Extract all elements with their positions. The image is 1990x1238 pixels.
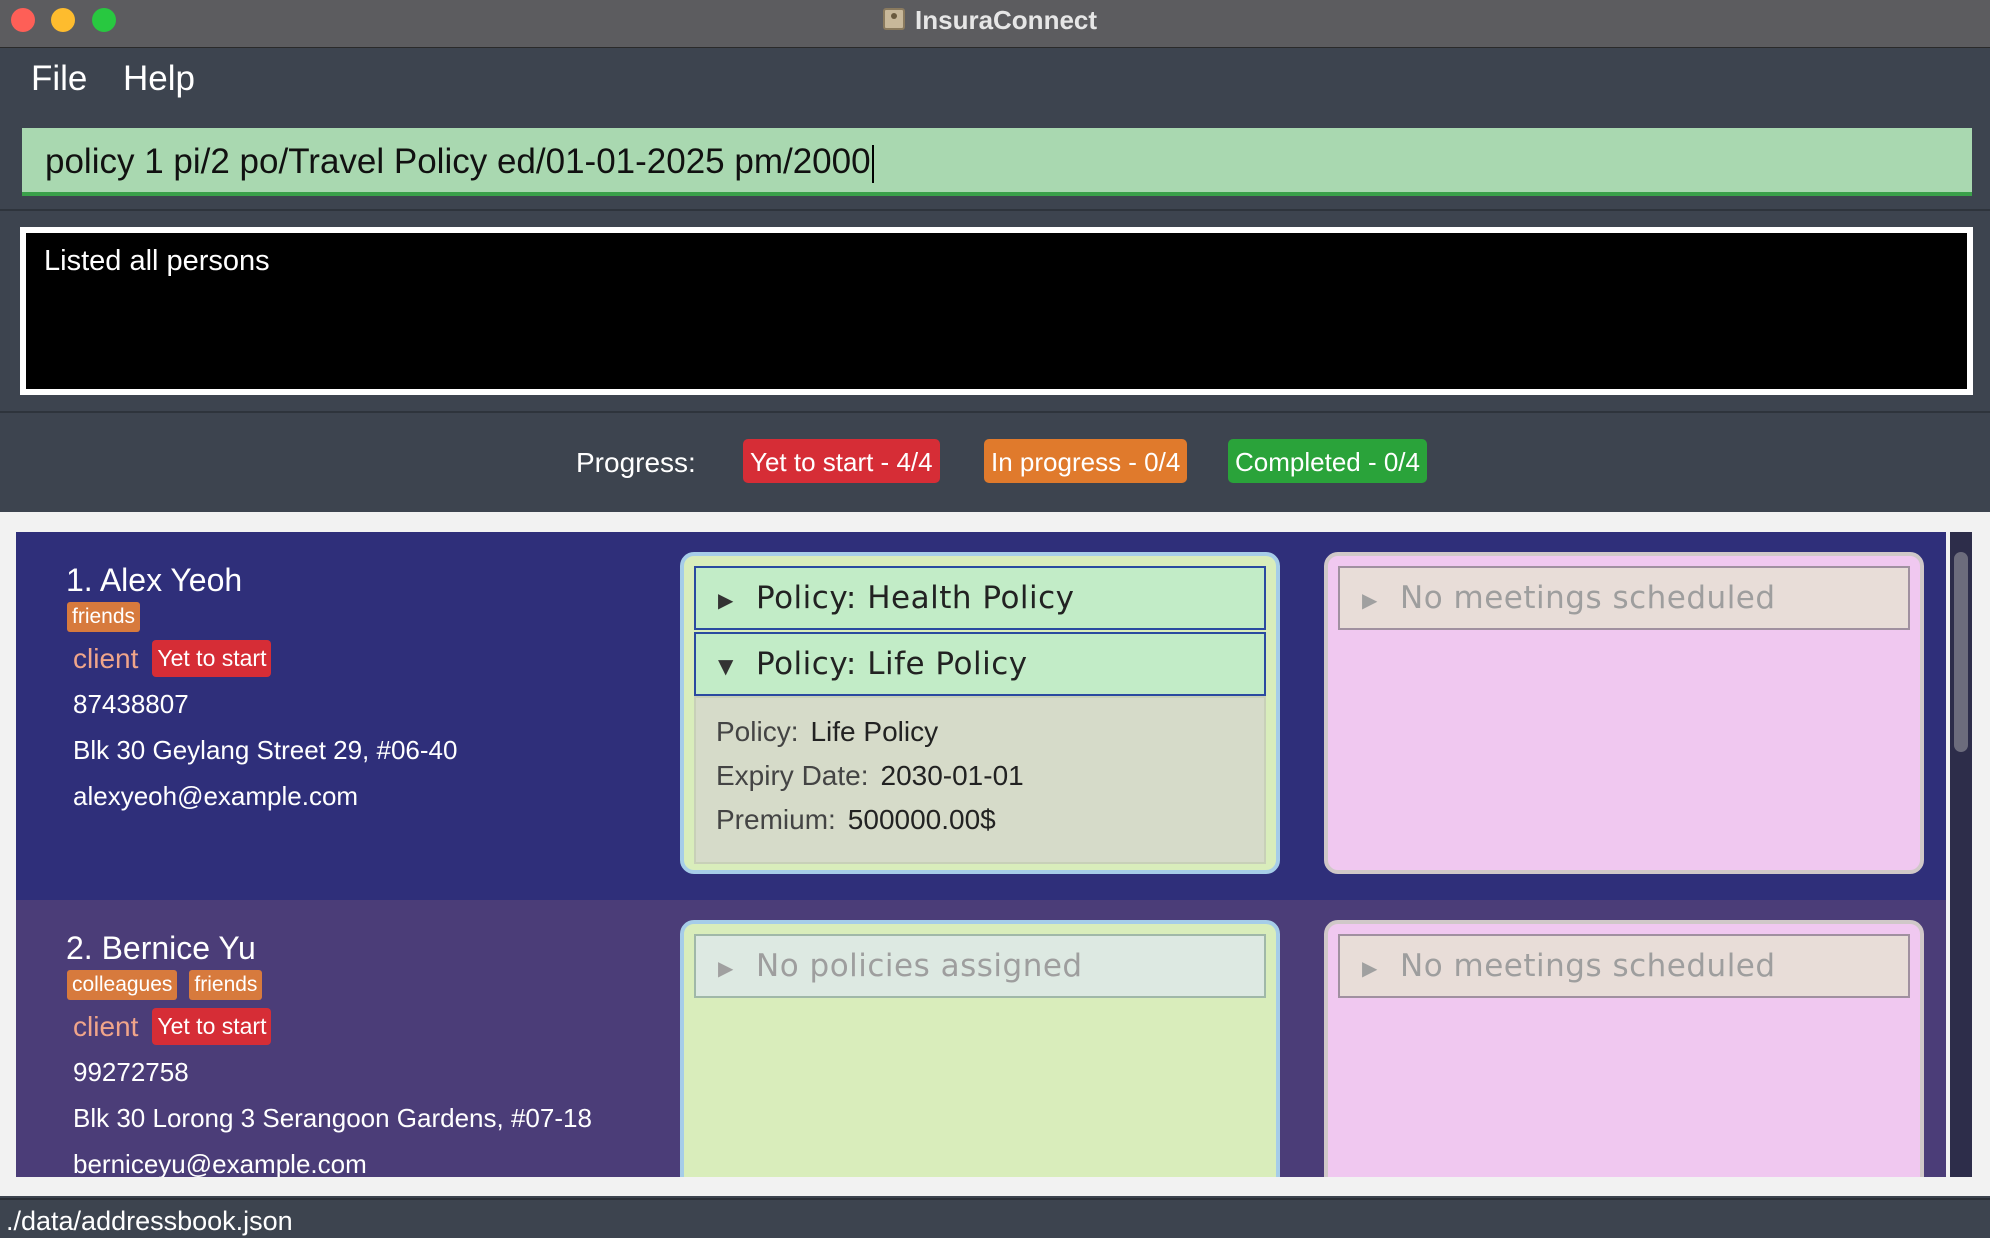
meetings-placeholder: No meetings scheduled: [1400, 948, 1776, 984]
meetings-titled-pane[interactable]: ▶ No meetings scheduled: [1338, 566, 1910, 630]
tag-list: friends: [67, 602, 141, 632]
person-role: client: [73, 642, 139, 674]
policy-expiry-key: Expiry Date:: [716, 760, 869, 791]
person-email: alexyeoh@example.com: [73, 781, 359, 811]
badge-completed: Completed - 0/4: [1228, 439, 1427, 483]
person-role: client: [73, 1010, 139, 1042]
role-row: client Yet to start: [73, 1008, 272, 1045]
policies-titled-pane[interactable]: ▶ No policies assigned: [694, 934, 1266, 998]
policy-name-key: Policy:: [716, 716, 799, 747]
window-title: InsuraConnect: [915, 5, 1098, 35]
person-list-viewport: 1. Alex Yeoh friends client Yet to start…: [16, 532, 1946, 1177]
status-badge: Yet to start: [152, 1008, 272, 1045]
text-caret: [871, 144, 874, 183]
scrollbar-thumb[interactable]: [1954, 552, 1968, 752]
policy-expiry-row: Expiry Date: 2030-01-01: [716, 760, 1024, 792]
person-name: 2. Bernice Yu: [66, 930, 256, 966]
tag: friends: [189, 970, 263, 1000]
role-row: client Yet to start: [73, 640, 272, 677]
person-phone: 99272758: [73, 1057, 189, 1087]
badge-in-progress: In progress - 0/4: [984, 439, 1188, 483]
policy-premium-row: Premium: 500000.00$: [716, 804, 996, 836]
person-email: berniceyu@example.com: [73, 1149, 367, 1177]
expand-arrow-icon: ▶: [718, 588, 734, 612]
command-area: policy 1 pi/2 po/Travel Policy ed/01-01-…: [0, 115, 1990, 211]
minimize-window-button[interactable]: [51, 8, 75, 32]
maximize-window-button[interactable]: [92, 8, 116, 32]
result-area: Listed all persons: [0, 213, 1990, 413]
meetings-placeholder: No meetings scheduled: [1400, 580, 1776, 616]
tag-list: colleagues friends: [67, 970, 263, 1000]
collapse-arrow-icon: ▼: [718, 654, 734, 678]
policy-panel: ▶ No policies assigned: [680, 920, 1280, 1177]
person-address: Blk 30 Geylang Street 29, #06-40: [73, 735, 458, 765]
progress-bar: Progress: Yet to start - 4/4 In progress…: [0, 415, 1990, 511]
policy-titled-pane[interactable]: ▼ Policy: Life Policy: [694, 632, 1266, 696]
policy-title: Policy: Health Policy: [756, 580, 1075, 616]
policy-premium-key: Premium:: [716, 804, 836, 835]
policy-details: Policy: Life Policy Expiry Date: 2030-01-0…: [694, 696, 1266, 864]
meeting-panel: ▶ No meetings scheduled: [1324, 920, 1924, 1177]
save-location-path: ./data/addressbook.json: [6, 1206, 293, 1236]
status-badge: Yet to start: [152, 640, 272, 677]
result-display[interactable]: Listed all persons: [20, 227, 1973, 395]
policy-premium-value: 500000.00$: [847, 804, 996, 835]
person-list[interactable]: 1. Alex Yeoh friends client Yet to start…: [0, 512, 1990, 1196]
badge-yet-to-start: Yet to start - 4/4: [743, 439, 940, 483]
status-bar: ./data/addressbook.json: [0, 1198, 1990, 1238]
close-window-button[interactable]: [11, 8, 35, 32]
expand-arrow-icon: ▶: [1362, 588, 1378, 612]
policy-expiry-value: 2030-01-01: [880, 760, 1024, 791]
menu-bar: File Help: [0, 49, 1990, 115]
tag: colleagues: [67, 970, 178, 1000]
person-address: Blk 30 Lorong 3 Serangoon Gardens, #07-1…: [73, 1103, 592, 1133]
person-name: 1. Alex Yeoh: [66, 562, 243, 598]
vertical-scrollbar[interactable]: [1950, 532, 1972, 1177]
command-input[interactable]: policy 1 pi/2 po/Travel Policy ed/01-01-…: [22, 128, 1972, 196]
command-input-value: policy 1 pi/2 po/Travel Policy ed/01-01-…: [45, 142, 871, 181]
policy-title: Policy: Life Policy: [756, 646, 1028, 682]
app-icon: [883, 8, 905, 30]
result-message: Listed all persons: [44, 245, 270, 277]
policy-titled-pane[interactable]: ▶ Policy: Health Policy: [694, 566, 1266, 630]
title-bar: InsuraConnect: [0, 0, 1990, 48]
tag: friends: [67, 602, 141, 632]
policies-placeholder: No policies assigned: [756, 948, 1083, 984]
progress-label: Progress:: [576, 447, 696, 478]
policy-name-value: Life Policy: [810, 716, 939, 747]
expand-arrow-icon: ▶: [1362, 956, 1378, 980]
person-phone: 87438807: [73, 689, 189, 719]
person-card[interactable]: 1. Alex Yeoh friends client Yet to start…: [16, 532, 1946, 900]
policy-name-row: Policy: Life Policy: [716, 716, 938, 748]
meetings-titled-pane[interactable]: ▶ No meetings scheduled: [1338, 934, 1910, 998]
expand-arrow-icon: ▶: [718, 956, 734, 980]
meeting-panel: ▶ No meetings scheduled: [1324, 552, 1924, 874]
person-card[interactable]: 2. Bernice Yu colleagues friends client …: [16, 900, 1946, 1177]
menu-help[interactable]: Help: [115, 59, 203, 99]
menu-file[interactable]: File: [23, 59, 95, 99]
policy-panel: ▶ Policy: Health Policy ▼ Policy: Life P…: [680, 552, 1280, 874]
